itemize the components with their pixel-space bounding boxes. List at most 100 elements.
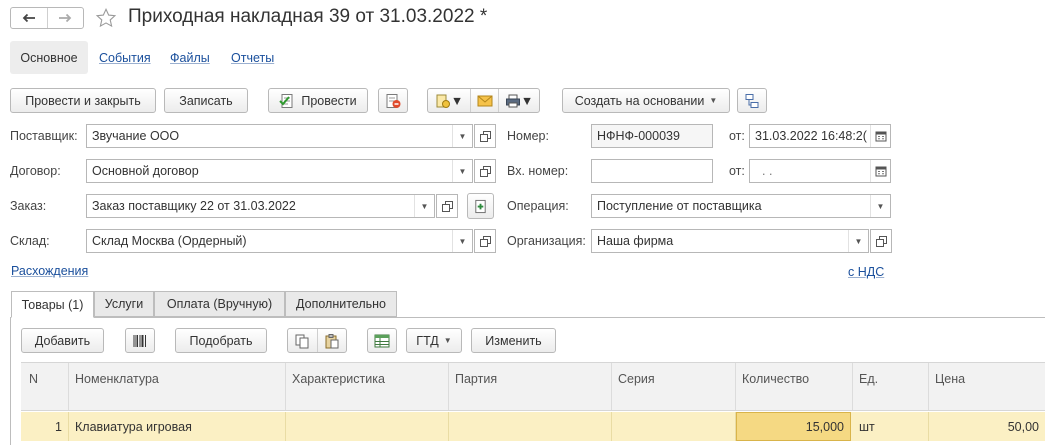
cell-unit[interactable]: шт bbox=[853, 412, 929, 441]
organization-open-button[interactable] bbox=[870, 229, 892, 253]
contract-open-button[interactable] bbox=[474, 159, 496, 183]
column-header-item[interactable]: Номенклатура bbox=[69, 363, 286, 410]
save-button[interactable]: Записать bbox=[164, 88, 248, 113]
pick-items-label: Подобрать bbox=[189, 333, 253, 348]
post-and-close-button[interactable]: Провести и закрыть bbox=[10, 88, 156, 113]
discrepancies-link[interactable]: Расхождения bbox=[11, 264, 88, 278]
supplier-label: Поставщик: bbox=[10, 129, 78, 143]
warehouse-field[interactable]: Склад Москва (Ордерный) ▼ bbox=[86, 229, 473, 253]
copy-icon bbox=[295, 334, 309, 348]
cell-characteristic[interactable] bbox=[286, 412, 449, 441]
date-field[interactable]: 31.03.2022 16:48:2( bbox=[749, 124, 891, 148]
order-field[interactable]: Заказ поставщику 22 от 31.03.2022 ▼ bbox=[86, 194, 435, 218]
calendar-icon[interactable] bbox=[870, 160, 890, 182]
cell-quantity[interactable]: 15,000 bbox=[736, 412, 851, 441]
copy-rows-button[interactable] bbox=[288, 329, 317, 352]
fill-document-icon bbox=[475, 199, 486, 213]
fill-from-order-button[interactable] bbox=[467, 193, 494, 219]
history-nav-group bbox=[10, 7, 84, 29]
open-window-icon bbox=[875, 235, 887, 247]
column-header-characteristic[interactable]: Характеристика bbox=[286, 363, 449, 410]
calendar-icon[interactable] bbox=[870, 125, 890, 147]
barcode-icon bbox=[133, 334, 146, 347]
incoming-number-field[interactable] bbox=[591, 159, 713, 183]
number-value: НФНФ-000039 bbox=[597, 129, 680, 143]
cell-series[interactable] bbox=[612, 412, 736, 441]
open-window-icon bbox=[441, 200, 453, 212]
chevron-down-icon: ▼ bbox=[443, 336, 452, 345]
unpost-button[interactable] bbox=[378, 88, 408, 113]
order-open-button[interactable] bbox=[436, 194, 458, 218]
envelope-icon bbox=[477, 95, 492, 106]
section-tab-files[interactable]: Файлы bbox=[170, 51, 210, 65]
section-tab-main[interactable]: Основное bbox=[10, 41, 88, 74]
change-button[interactable]: Изменить bbox=[471, 328, 556, 353]
table-settings-button[interactable] bbox=[367, 328, 397, 353]
cell-batch[interactable] bbox=[449, 412, 612, 441]
vat-link[interactable]: с НДС bbox=[848, 265, 884, 279]
column-header-n[interactable]: N bbox=[21, 363, 69, 410]
favorite-star-icon[interactable] bbox=[95, 7, 117, 29]
related-documents-button[interactable] bbox=[737, 88, 767, 113]
chevron-down-icon[interactable]: ▼ bbox=[452, 230, 472, 252]
tab-services[interactable]: Услуги bbox=[94, 291, 154, 317]
incoming-number-value bbox=[592, 160, 712, 182]
column-header-quantity[interactable]: Количество bbox=[736, 363, 853, 410]
chevron-down-icon[interactable]: ▼ bbox=[414, 195, 434, 217]
incoming-date-field[interactable]: . . bbox=[749, 159, 891, 183]
incoming-date-label: от: bbox=[729, 164, 745, 178]
order-value: Заказ поставщику 22 от 31.03.2022 bbox=[92, 199, 296, 213]
incoming-number-label: Вх. номер: bbox=[507, 164, 569, 178]
table-row[interactable]: 1 Клавиатура игровая 15,000 шт 50,00 bbox=[21, 412, 1045, 441]
supplier-field[interactable]: Звучание ООО ▼ bbox=[86, 124, 473, 148]
cell-price[interactable]: 50,00 bbox=[929, 412, 1045, 441]
back-button[interactable] bbox=[11, 8, 47, 28]
contract-value: Основной договор bbox=[92, 164, 199, 178]
paste-icon bbox=[325, 333, 339, 348]
warehouse-open-button[interactable] bbox=[474, 229, 496, 253]
operation-value: Поступление от поставщика bbox=[597, 199, 762, 213]
forward-button[interactable] bbox=[46, 8, 84, 28]
section-tab-events[interactable]: События bbox=[99, 51, 151, 65]
tab-payment[interactable]: Оплата (Вручную) bbox=[154, 291, 285, 317]
tab-goods[interactable]: Товары (1) bbox=[11, 291, 94, 318]
chevron-down-icon[interactable]: ▼ bbox=[452, 160, 472, 182]
column-header-price[interactable]: Цена bbox=[929, 363, 1045, 410]
barcode-button[interactable] bbox=[125, 328, 155, 353]
add-row-label: Добавить bbox=[34, 333, 91, 348]
section-tab-reports[interactable]: Отчеты bbox=[231, 51, 274, 65]
contract-label: Договор: bbox=[10, 164, 61, 178]
tab-additional[interactable]: Дополнительно bbox=[285, 291, 397, 317]
chevron-down-icon: ▼ bbox=[450, 93, 464, 108]
chevron-down-icon[interactable]: ▼ bbox=[848, 230, 868, 252]
operation-field[interactable]: Поступление от поставщика ▼ bbox=[591, 194, 891, 218]
order-label: Заказ: bbox=[10, 199, 47, 213]
warehouse-label: Склад: bbox=[10, 234, 50, 248]
date-label: от: bbox=[729, 129, 745, 143]
contract-field[interactable]: Основной договор ▼ bbox=[86, 159, 473, 183]
structure-menu-button[interactable]: ▼ bbox=[428, 89, 470, 112]
organization-field[interactable]: Наша фирма ▼ bbox=[591, 229, 869, 253]
number-label: Номер: bbox=[507, 129, 549, 143]
column-header-batch[interactable]: Партия bbox=[449, 363, 612, 410]
chevron-down-icon[interactable]: ▼ bbox=[870, 195, 890, 217]
add-row-button[interactable]: Добавить bbox=[21, 328, 104, 353]
unpost-document-icon bbox=[386, 93, 401, 108]
cell-item[interactable]: Клавиатура игровая bbox=[69, 412, 286, 441]
post-button[interactable]: Провести bbox=[268, 88, 368, 113]
chevron-down-icon[interactable]: ▼ bbox=[452, 125, 472, 147]
paste-rows-button[interactable] bbox=[316, 329, 346, 352]
arrow-left-icon bbox=[22, 13, 35, 23]
print-menu-button[interactable]: ▼ bbox=[498, 89, 539, 112]
number-field[interactable]: НФНФ-000039 bbox=[591, 124, 713, 148]
send-mail-button[interactable] bbox=[470, 89, 498, 112]
gtd-menu-button[interactable]: ГТД ▼ bbox=[406, 328, 462, 353]
column-header-unit[interactable]: Ед. bbox=[853, 363, 929, 410]
column-header-series[interactable]: Серия bbox=[612, 363, 736, 410]
supplier-open-button[interactable] bbox=[474, 124, 496, 148]
pick-items-button[interactable]: Подобрать bbox=[175, 328, 267, 353]
chevron-down-icon: ▼ bbox=[520, 93, 534, 108]
chevron-down-icon: ▼ bbox=[709, 96, 718, 105]
open-window-icon bbox=[479, 165, 491, 177]
create-based-on-button[interactable]: Создать на основании ▼ bbox=[562, 88, 730, 113]
